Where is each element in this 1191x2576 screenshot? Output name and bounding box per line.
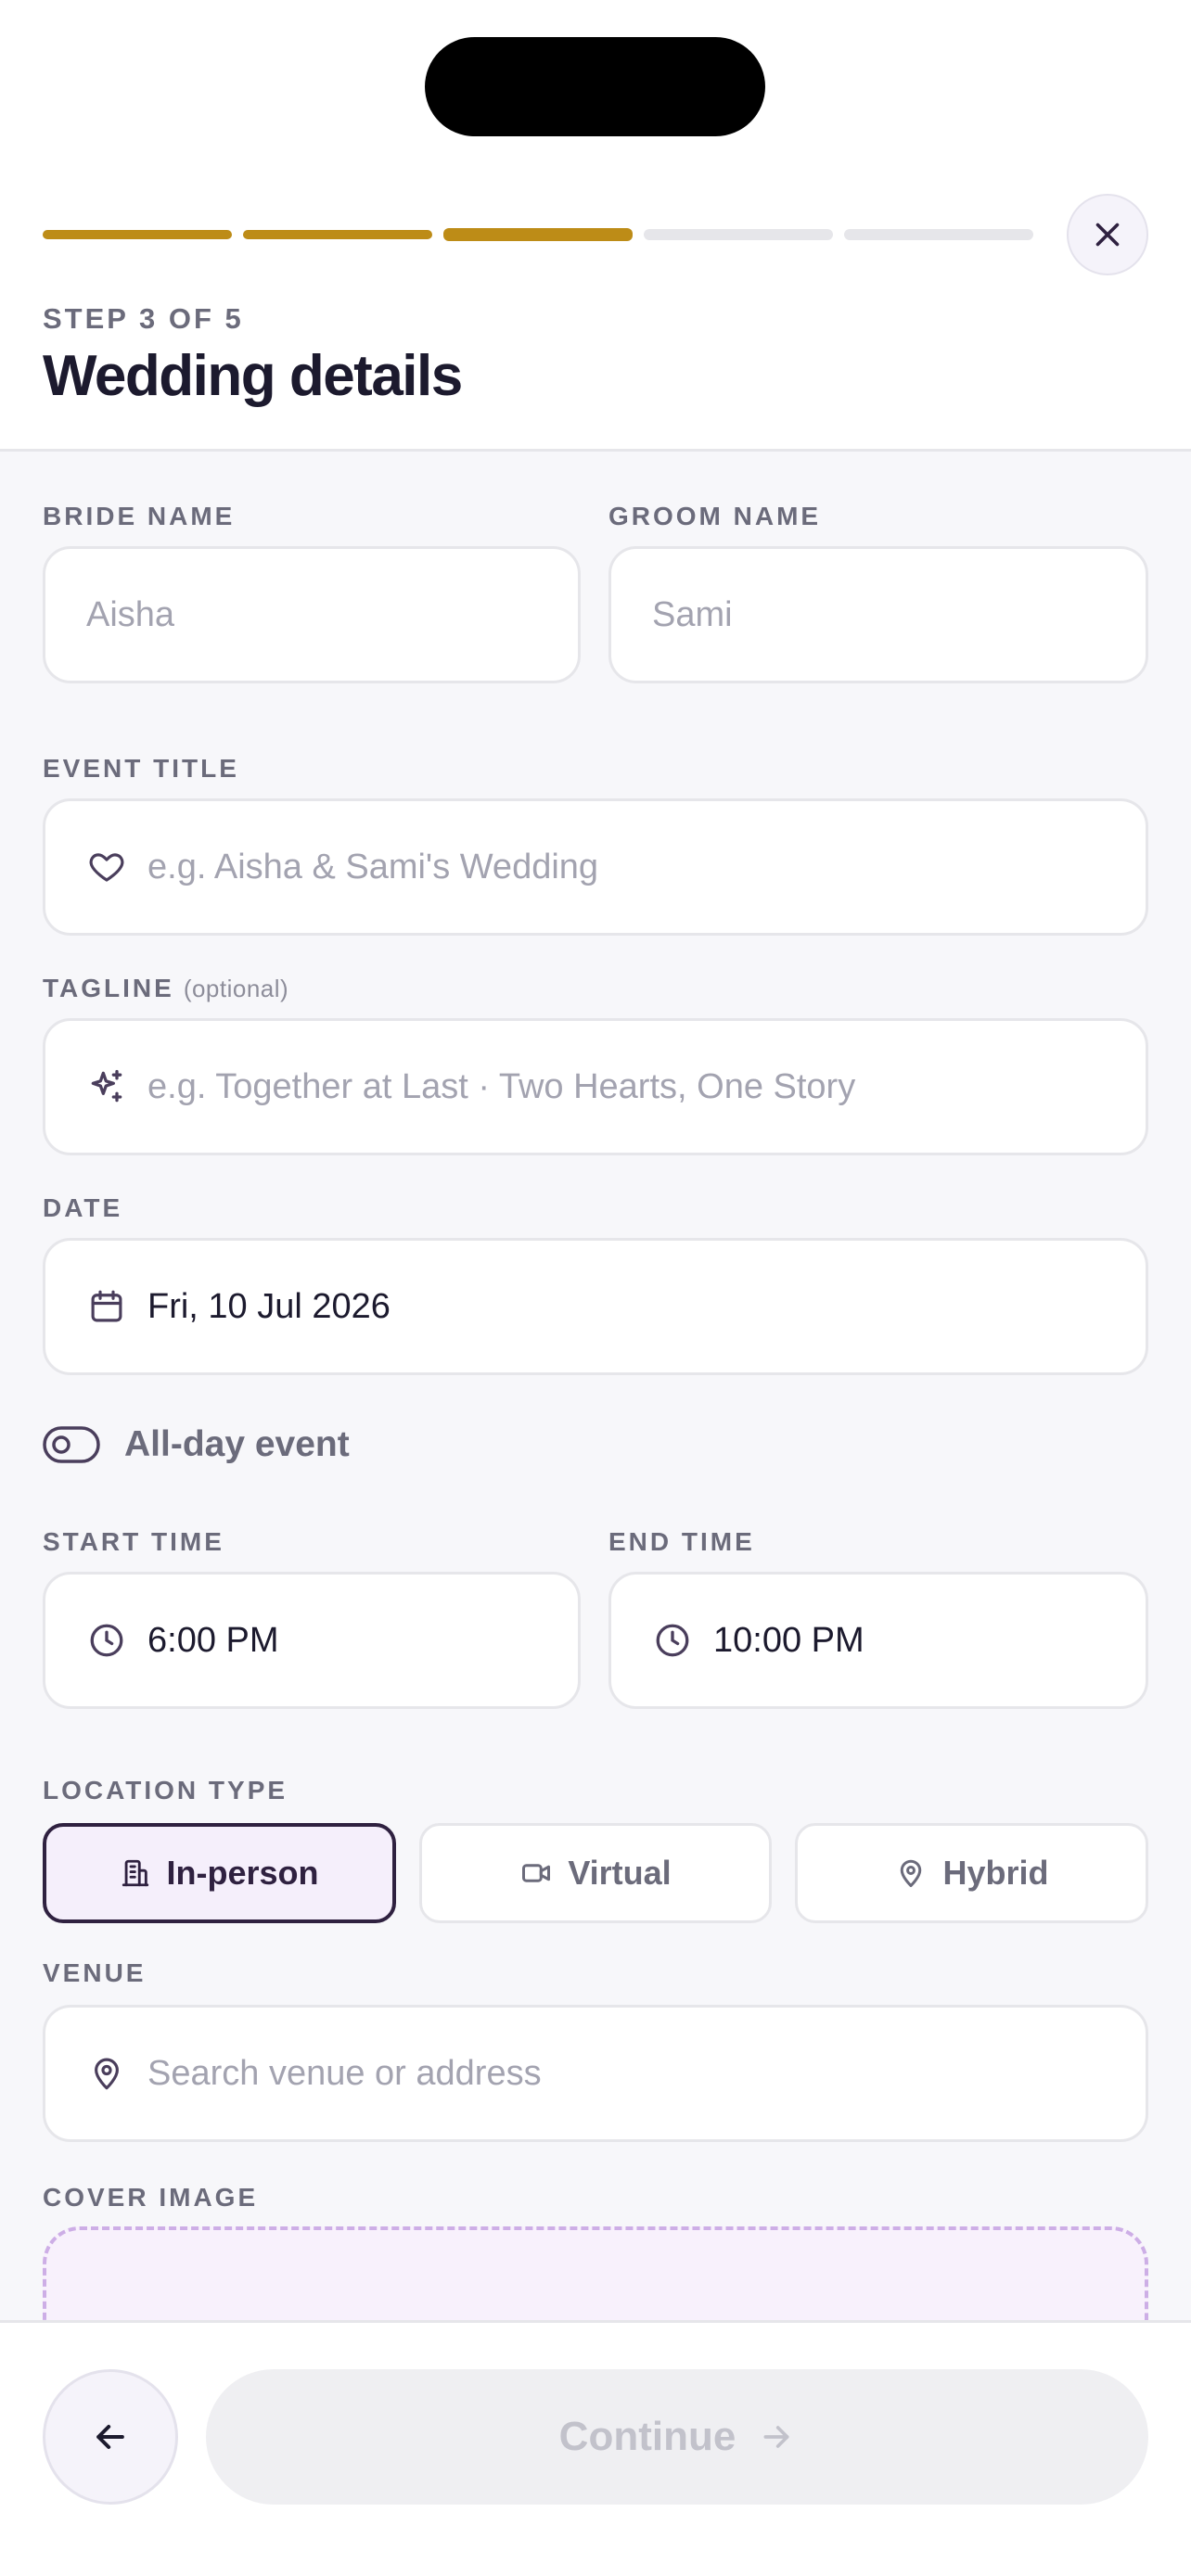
all-day-toggle[interactable]: All-day event [43,1424,350,1465]
progress-segment-5 [844,229,1033,240]
tagline-placeholder: e.g. Together at Last · Two Hearts, One … [147,1066,856,1106]
map-pin-icon [901,1859,922,1887]
location-option-label: Virtual [568,1854,672,1892]
start-time-label: START TIME [43,1527,224,1556]
progress-segment-1 [43,230,232,239]
clock-icon [652,1620,693,1661]
sparkle-icon [86,1066,127,1107]
location-type-label: LOCATION TYPE [43,1776,288,1804]
dynamic-island [425,37,765,136]
calendar-icon [86,1286,127,1327]
start-time-value: 6:00 PM [147,1620,279,1660]
location-option-in-person[interactable]: In-person [43,1823,396,1923]
end-time-value: 10:00 PM [713,1620,864,1660]
end-time-picker[interactable]: 10:00 PM [608,1572,1148,1709]
groom-name-label: GROOM NAME [608,502,822,530]
groom-name-placeholder: Sami [652,594,733,634]
venue-placeholder: Search venue or address [147,2053,542,2093]
location-option-hybrid[interactable]: Hybrid [795,1823,1148,1923]
step-progress-bar [43,228,1033,241]
toggle-off-icon [43,1426,100,1463]
arrow-right-icon [763,2426,789,2448]
continue-button[interactable]: Continue [206,2369,1148,2505]
page-title: Wedding details [43,344,463,408]
start-time-picker[interactable]: 6:00 PM [43,1572,581,1709]
event-title-placeholder: e.g. Aisha & Sami's Wedding [147,847,599,886]
venue-label: VENUE [43,1958,147,1987]
venue-search-input[interactable]: Search venue or address [43,2005,1148,2142]
progress-segment-4 [644,229,833,240]
form-scroll-area[interactable]: BRIDE NAME Aisha GROOM NAME Sami EVENT T… [0,449,1191,2320]
event-title-label: EVENT TITLE [43,754,239,783]
bride-name-label: BRIDE NAME [43,502,236,530]
building-icon [122,1859,149,1887]
tagline-optional-hint: (optional) [183,975,289,1002]
close-icon [1095,223,1120,247]
heart-icon [86,847,127,887]
tagline-input[interactable]: e.g. Together at Last · Two Hearts, One … [43,1018,1148,1155]
tagline-label-text: TAGLINE [43,974,174,1002]
continue-label: Continue [558,2414,736,2459]
location-option-label: In-person [166,1854,319,1892]
end-time-label: END TIME [608,1527,755,1556]
video-icon [522,1864,551,1882]
location-option-virtual[interactable]: Virtual [419,1823,772,1923]
bride-name-placeholder: Aisha [86,594,175,634]
cover-image-dropzone[interactable] [43,2226,1148,2320]
all-day-label: All-day event [124,1424,350,1464]
map-pin-icon [86,2053,127,2094]
tagline-label: TAGLINE (optional) [43,974,288,1003]
location-option-label: Hybrid [942,1854,1049,1892]
arrow-left-icon [96,2424,124,2450]
date-value: Fri, 10 Jul 2026 [147,1286,391,1326]
date-picker[interactable]: Fri, 10 Jul 2026 [43,1238,1148,1375]
close-button[interactable] [1067,194,1148,275]
progress-segment-3 [443,228,633,241]
back-button[interactable] [43,2369,178,2505]
progress-segment-2 [243,230,432,239]
date-label: DATE [43,1193,123,1222]
step-indicator: STEP 3 OF 5 [43,302,244,335]
clock-icon [86,1620,127,1661]
event-title-input[interactable]: e.g. Aisha & Sami's Wedding [43,798,1148,936]
cover-image-label: COVER IMAGE [43,2183,259,2212]
bride-name-input[interactable]: Aisha [43,546,581,683]
bottom-action-bar: Continue [0,2320,1191,2576]
groom-name-input[interactable]: Sami [608,546,1148,683]
